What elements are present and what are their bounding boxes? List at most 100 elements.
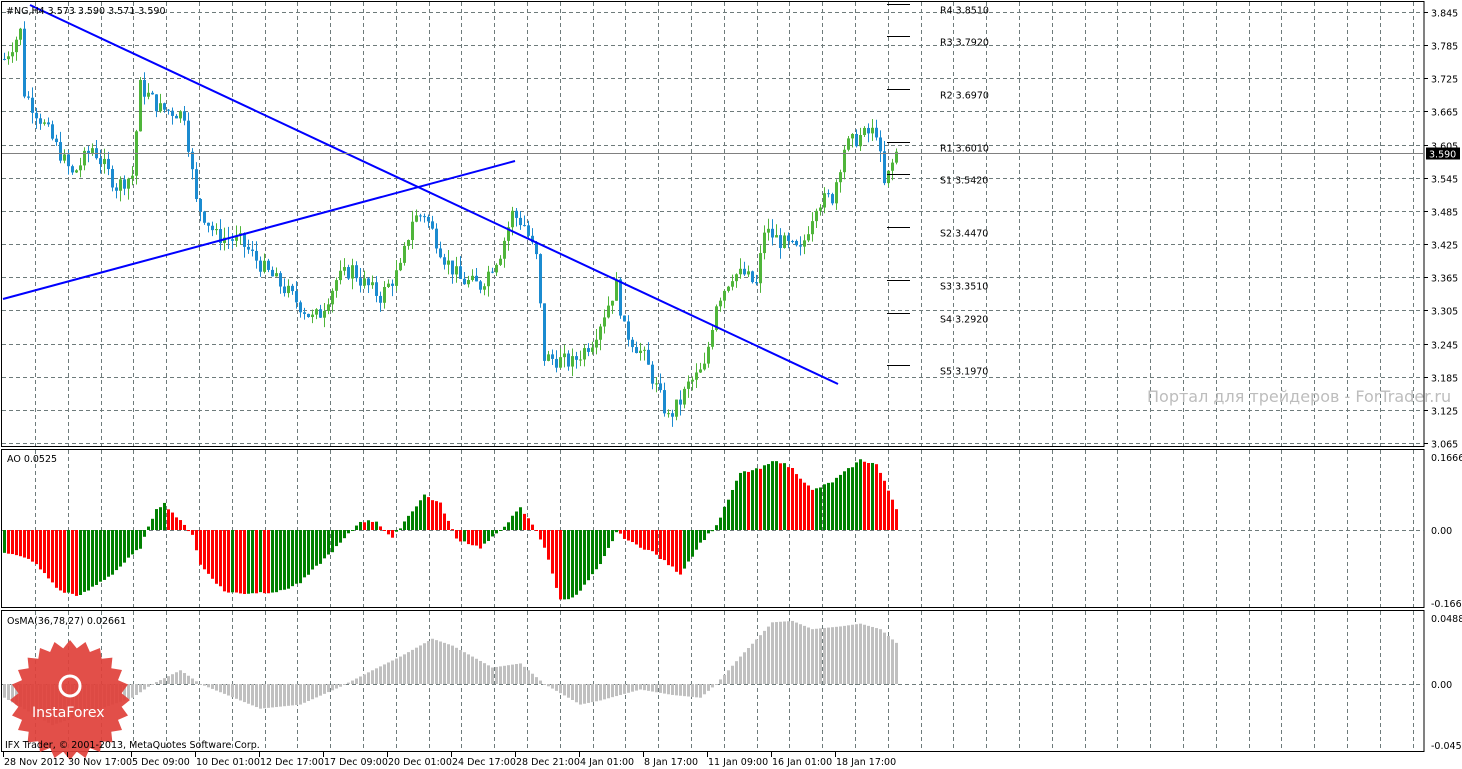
candle-body [331,290,334,305]
osma-bar [583,684,586,704]
candle-body [871,127,874,134]
ao-bar [235,530,238,593]
candle-body [39,118,42,124]
candle [459,256,462,280]
osma-bar [203,684,206,686]
ao-bar [403,521,406,530]
osma-bar [743,652,746,684]
osma-bar [135,684,138,695]
candle-body [699,369,702,373]
candle-body [403,245,406,263]
trendline-up [2,160,516,300]
osma-bar [703,684,706,695]
osma-bar [687,684,690,697]
candle-body [599,326,602,340]
candle-body [831,194,834,204]
osma-bar [755,639,758,684]
candle [687,375,690,398]
candle [131,166,134,186]
candle [3,52,6,61]
candle [767,218,770,241]
candle [615,272,618,301]
candle [387,279,390,288]
candle-body [7,56,10,60]
candle [47,117,50,127]
osma-bar [175,672,178,684]
ao-bar [651,530,654,552]
candle-body [183,111,186,121]
candle-body [415,215,418,222]
candle-body [35,112,38,119]
ao-bar [523,513,526,530]
osma-bar [359,676,362,684]
candle-body [603,317,606,327]
candle-body [579,359,582,361]
candle [167,108,170,115]
ao-bar [387,530,390,535]
candle-body [139,80,142,132]
candle [19,27,22,46]
candle-body [375,282,378,296]
candle [383,281,386,309]
time-label: 30 Nov 17:00 [68,757,132,768]
osma-bar [783,621,786,684]
candle-body [47,122,50,125]
ao-bar [675,530,678,572]
candle-body [719,300,722,307]
candle [55,134,58,146]
candle-body [99,158,102,165]
ao-bar [291,530,294,587]
grid [2,2,1424,751]
trendline-down [29,4,839,385]
ao-bar [183,524,186,530]
time-label: 8 Jan 17:00 [644,757,698,768]
ao-bar [727,499,730,530]
candle-body [27,96,30,98]
osma-bar [431,638,434,684]
candle [75,169,78,173]
candle-body [367,278,370,286]
candle-body [19,28,22,40]
ao-bar [151,518,154,530]
candle [835,179,838,210]
candle [207,222,210,233]
candle [719,297,722,312]
candle [563,344,566,368]
osma-bar [707,684,710,691]
osma-tick-label: 0.04887 [1431,614,1462,625]
osma-bar [303,684,306,703]
osma-bar [811,629,814,684]
ao-bar [431,500,434,530]
ao-bar [371,521,374,530]
candle [127,177,130,200]
ao-bar [883,480,886,530]
osma-bar [867,625,870,684]
ao-bar [703,530,706,541]
candle-body [343,267,346,271]
candle [287,279,290,298]
candle [119,176,122,202]
ao-bar [631,530,634,543]
candle-body [87,150,90,153]
candle [807,226,810,243]
ao-bar [879,472,882,530]
ao-bar [359,521,362,530]
osma-bar [211,684,214,689]
trading-chart[interactable]: 3.8453.7853.7253.6653.6053.5453.4853.425… [0,0,1462,769]
candle [183,105,186,126]
candle-body [643,349,646,351]
candle-body [91,148,94,153]
candle [243,232,246,258]
osma-bar [647,684,650,691]
candle-body [411,221,414,241]
candle [863,126,866,138]
candle [575,351,578,369]
candle [311,309,314,324]
candle [599,323,602,351]
candle [675,399,678,421]
osma-bar [155,682,158,684]
candle [735,273,738,288]
candle-body [675,399,678,417]
price-tick-label: 3.665 [1431,108,1458,119]
ao-bar [51,530,54,583]
